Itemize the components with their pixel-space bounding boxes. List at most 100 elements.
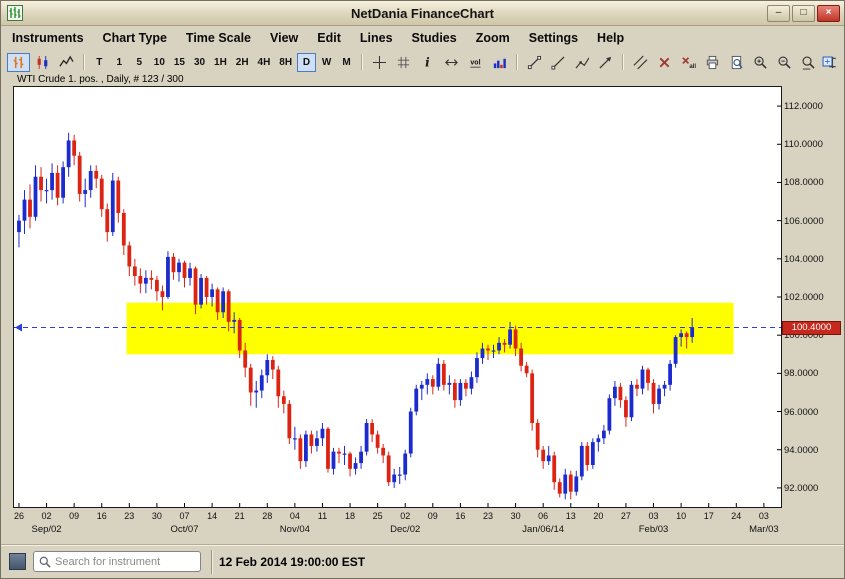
menu-zoom[interactable]: Zoom [476, 31, 510, 45]
menu-edit[interactable]: Edit [317, 31, 341, 45]
menu-instruments[interactable]: Instruments [12, 31, 84, 45]
window-title: NetDania FinanceChart [1, 6, 844, 21]
ohlc-bars-style-button[interactable] [7, 53, 30, 72]
menu-chart-type[interactable]: Chart Type [103, 31, 167, 45]
timeframe-button-2h[interactable]: 2H [232, 53, 253, 72]
toolbar-separator [361, 54, 363, 70]
date-axis-label: 03 [753, 511, 775, 521]
timeframe-button-1h[interactable]: 1H [210, 53, 231, 72]
date-axis-label: 30 [146, 511, 168, 521]
price-axis-label: 106.0000 [784, 216, 842, 227]
date-axis-label: 02 [36, 511, 58, 521]
status-bar: 12 Feb 2014 19:00:00 EST [1, 544, 844, 578]
price-axis-label: 104.0000 [784, 254, 842, 265]
price-axis-label: 110.0000 [784, 139, 842, 150]
toolbar: T151015301H2H4H8HDWMivolall [1, 50, 844, 74]
delete-all-objects-button[interactable]: all [677, 53, 700, 72]
date-axis-label: 27 [615, 511, 637, 521]
maximize-button[interactable]: □ [792, 5, 815, 22]
timeframe-button-4h[interactable]: 4H [254, 53, 275, 72]
date-axis-label: 16 [449, 511, 471, 521]
ray-line-tool-button[interactable] [547, 53, 570, 72]
menu-view[interactable]: View [270, 31, 298, 45]
chart-timestamp: 12 Feb 2014 19:00:00 EST [219, 555, 365, 569]
close-button[interactable]: × [817, 5, 840, 22]
app-window: NetDania FinanceChart –□× Instruments Cha… [0, 0, 845, 579]
date-axis-label: 26 [8, 511, 30, 521]
price-axis-label: 102.0000 [784, 292, 842, 303]
price-axis-label: 94.0000 [784, 445, 842, 456]
timeframe-button-d[interactable]: D [297, 53, 316, 72]
toolbar-separator [516, 54, 518, 70]
date-axis-label: 09 [63, 511, 85, 521]
candlestick-style-button[interactable] [31, 53, 54, 72]
zoom-out-button[interactable] [773, 53, 796, 72]
timeframe-button-w[interactable]: W [317, 53, 336, 72]
menu-lines[interactable]: Lines [360, 31, 393, 45]
date-axis-label: 18 [339, 511, 361, 521]
date-axis-label: 17 [698, 511, 720, 521]
zoom-reset-button[interactable] [797, 53, 820, 72]
timeframe-button-15[interactable]: 15 [170, 53, 189, 72]
date-axis-label: 23 [118, 511, 140, 521]
date-axis-label: 14 [201, 511, 223, 521]
zoom-in-button[interactable] [749, 53, 772, 72]
arrow-line-tool-button[interactable] [594, 53, 617, 72]
line-style-button[interactable] [55, 53, 78, 72]
date-axis-label: 04 [284, 511, 306, 521]
toolbar-separator [83, 54, 85, 70]
search-box[interactable] [33, 551, 201, 572]
date-axis-label: 03 [643, 511, 665, 521]
delete-object-button[interactable] [653, 53, 676, 72]
timeframe-button-5[interactable]: 5 [130, 53, 149, 72]
date-axis-label: 02 [394, 511, 416, 521]
timeframe-button-8h[interactable]: 8H [275, 53, 296, 72]
menu-time-scale[interactable]: Time Scale [186, 31, 251, 45]
statusbar-divider [211, 550, 212, 574]
timeframe-button-t[interactable]: T [90, 53, 109, 72]
timeframe-button-30[interactable]: 30 [190, 53, 209, 72]
polyline-tool-button[interactable] [571, 53, 594, 72]
trend-line-tool-button[interactable] [523, 53, 546, 72]
print-button[interactable] [701, 53, 724, 72]
date-axis-label: 21 [229, 511, 251, 521]
menu-help[interactable]: Help [597, 31, 624, 45]
crosshair-tool-button[interactable] [368, 53, 391, 72]
date-axis-label: 11 [311, 511, 333, 521]
volume-study-button[interactable] [488, 53, 511, 72]
timeframe-button-10[interactable]: 10 [150, 53, 169, 72]
minimize-button[interactable]: – [767, 5, 790, 22]
app-icon [7, 5, 23, 21]
month-axis-label: Jan/06/14 [511, 524, 575, 535]
month-axis-label: Feb/03 [622, 524, 686, 535]
info-tool-button[interactable]: i [416, 53, 439, 72]
timeframe-button-m[interactable]: M [337, 53, 356, 72]
date-axis-label: 28 [256, 511, 278, 521]
timeframe-button-1[interactable]: 1 [110, 53, 129, 72]
date-axis-label: 06 [532, 511, 554, 521]
instrument-label: WTI Crude 1. pos. , Daily, # 123 / 300 [17, 74, 184, 85]
grid-toggle-button[interactable] [392, 53, 415, 72]
instrument-list-icon[interactable] [9, 553, 26, 570]
date-axis-label: 10 [670, 511, 692, 521]
price-chart[interactable] [13, 86, 782, 508]
search-icon [39, 556, 51, 568]
price-axis-label: 98.0000 [784, 368, 842, 379]
svg-text:vol: vol [470, 59, 480, 66]
print-preview-button[interactable] [725, 53, 748, 72]
price-axis-label: 92.0000 [784, 483, 842, 494]
date-axis-label: 07 [174, 511, 196, 521]
channel-tool-button[interactable] [629, 53, 652, 72]
menu-settings[interactable]: Settings [529, 31, 578, 45]
scroll-horizontal-button[interactable] [440, 53, 463, 72]
month-axis-label: Dec/02 [373, 524, 437, 535]
search-input[interactable] [55, 556, 195, 568]
menu-studies[interactable]: Studies [412, 31, 457, 45]
month-axis-label: Sep/02 [15, 524, 79, 535]
candlestick-plot[interactable] [14, 87, 781, 507]
month-axis-label: Oct/07 [153, 524, 217, 535]
toolbar-separator [622, 54, 624, 70]
dock-window-button[interactable] [818, 52, 837, 71]
title-bar[interactable]: NetDania FinanceChart –□× [1, 1, 844, 26]
volume-overlay-button[interactable]: vol [464, 53, 487, 72]
